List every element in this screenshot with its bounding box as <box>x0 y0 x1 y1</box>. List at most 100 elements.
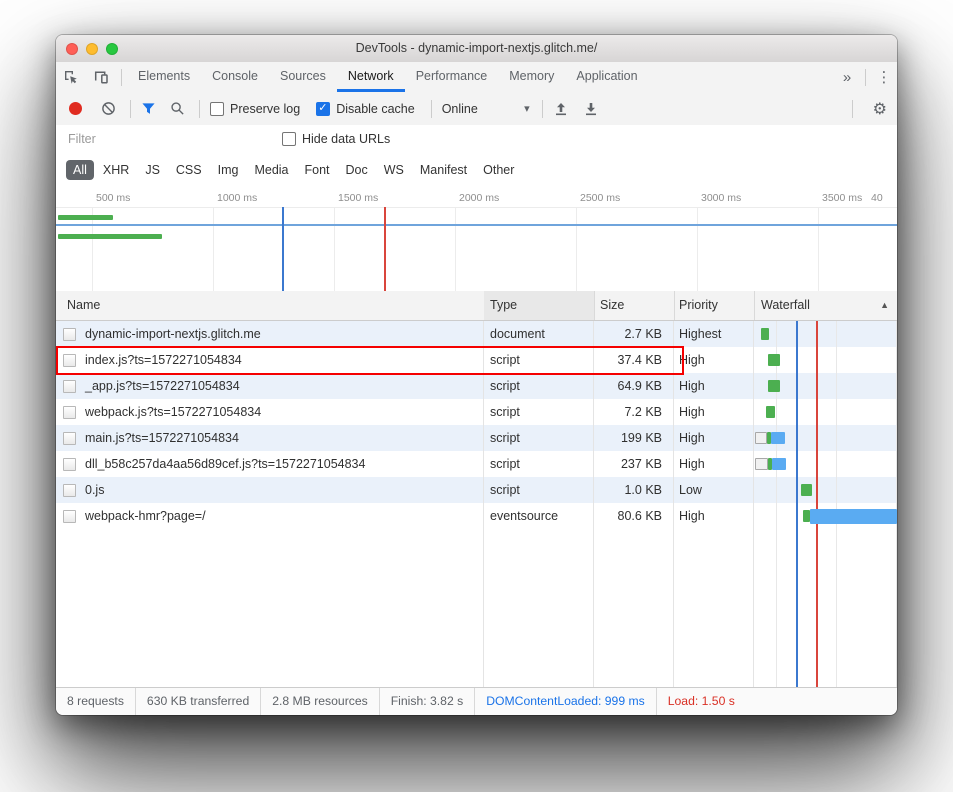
divider <box>199 100 200 118</box>
file-icon <box>63 432 76 445</box>
request-table-header: Name Type Size Priority Waterfall ▲ <box>56 291 897 321</box>
tab-elements[interactable]: Elements <box>127 62 201 92</box>
request-type: script <box>484 477 594 503</box>
request-priority: High <box>674 347 754 373</box>
clear-button[interactable] <box>101 101 116 116</box>
inspect-cursor-icon <box>63 69 79 85</box>
ruler-line <box>56 207 897 208</box>
hide-data-urls-checkbox[interactable] <box>282 132 296 146</box>
request-size: 37.4 KB <box>594 347 674 373</box>
chevron-down-icon: ▾ <box>524 102 530 115</box>
file-icon <box>63 354 76 367</box>
search-button[interactable] <box>170 101 185 116</box>
divider <box>130 100 131 118</box>
request-priority: High <box>674 503 754 529</box>
pill-ws[interactable]: WS <box>377 160 411 180</box>
device-toolbar-button[interactable] <box>86 62 116 92</box>
divider <box>852 100 853 118</box>
waterfall-cell <box>754 321 897 347</box>
request-name: main.js?ts=1572271054834 <box>85 425 239 451</box>
pill-img[interactable]: Img <box>211 160 246 180</box>
request-rows: dynamic-import-nextjs.glitch.me document… <box>56 321 897 529</box>
pill-xhr[interactable]: XHR <box>96 160 136 180</box>
tab-memory[interactable]: Memory <box>498 62 565 92</box>
import-har-button[interactable] <box>553 101 569 117</box>
pill-other[interactable]: Other <box>476 160 521 180</box>
zoom-button[interactable] <box>106 43 118 55</box>
more-tabs-button[interactable]: » <box>834 69 860 86</box>
pill-manifest[interactable]: Manifest <box>413 160 474 180</box>
resource-type-filter: All XHR JS CSS Img Media Font Doc WS Man… <box>56 153 897 188</box>
disable-cache-label: Disable cache <box>336 102 415 116</box>
request-priority: High <box>674 425 754 451</box>
request-name: webpack-hmr?page=/ <box>85 503 206 529</box>
table-body: dynamic-import-nextjs.glitch.me document… <box>56 321 897 687</box>
waterfall-cell <box>754 503 897 529</box>
request-type: eventsource <box>484 503 594 529</box>
column-header-waterfall[interactable]: Waterfall ▲ <box>754 291 897 320</box>
column-header-size[interactable]: Size <box>594 291 675 320</box>
close-button[interactable] <box>66 43 78 55</box>
file-icon <box>63 458 76 471</box>
waterfall-cell <box>754 477 897 503</box>
pill-all[interactable]: All <box>66 160 94 180</box>
overview-strip[interactable]: 500 ms1000 ms1500 ms2000 ms2500 ms3000 m… <box>56 187 897 292</box>
main-tab-bar: Elements Console Sources Network Perform… <box>56 62 897 93</box>
pill-css[interactable]: CSS <box>169 160 209 180</box>
export-har-button[interactable] <box>583 101 599 117</box>
tab-performance[interactable]: Performance <box>405 62 499 92</box>
filter-bar: Hide data URLs <box>56 125 897 153</box>
record-button[interactable] <box>69 102 82 115</box>
pill-doc[interactable]: Doc <box>339 160 375 180</box>
tab-application[interactable]: Application <box>565 62 648 92</box>
request-priority: High <box>674 373 754 399</box>
minimize-button[interactable] <box>86 43 98 55</box>
status-load: Load: 1.50 s <box>657 688 746 715</box>
titlebar: DevTools - dynamic-import-nextjs.glitch.… <box>56 35 897 63</box>
pill-media[interactable]: Media <box>247 160 295 180</box>
column-header-priority[interactable]: Priority <box>674 291 755 320</box>
request-row[interactable]: main.js?ts=1572271054834 script 199 KB H… <box>56 425 897 451</box>
disable-cache-checkbox[interactable]: ✓ <box>316 102 330 116</box>
request-name: index.js?ts=1572271054834 <box>85 347 242 373</box>
preserve-log-checkbox[interactable] <box>210 102 224 116</box>
check-icon: ✓ <box>318 101 327 115</box>
request-row[interactable]: dynamic-import-nextjs.glitch.me document… <box>56 321 897 347</box>
request-row[interactable]: dll_b58c257da4aa56d89cef.js?ts=157227105… <box>56 451 897 477</box>
tab-network[interactable]: Network <box>337 62 405 92</box>
request-name: _app.js?ts=1572271054834 <box>85 373 240 399</box>
request-row[interactable]: _app.js?ts=1572271054834 script 64.9 KB … <box>56 373 897 399</box>
filter-input[interactable] <box>68 132 268 146</box>
file-icon <box>63 484 76 497</box>
pill-js[interactable]: JS <box>138 160 167 180</box>
devtools-menu-button[interactable]: ⋮ <box>871 68 897 86</box>
request-row[interactable]: webpack.js?ts=1572271054834 script 7.2 K… <box>56 399 897 425</box>
funnel-icon <box>141 101 156 116</box>
waterfall-cell <box>754 451 897 477</box>
request-priority: Highest <box>674 321 754 347</box>
request-size: 64.9 KB <box>594 373 674 399</box>
download-icon <box>583 101 599 117</box>
inspect-element-button[interactable] <box>56 62 86 92</box>
request-name: 0.js <box>85 477 104 503</box>
column-header-name[interactable]: Name <box>56 291 485 320</box>
preserve-log-label: Preserve log <box>230 102 300 116</box>
request-size: 199 KB <box>594 425 674 451</box>
request-size: 1.0 KB <box>594 477 674 503</box>
status-bar: 8 requests 630 KB transferred 2.8 MB res… <box>56 687 897 715</box>
tab-console[interactable]: Console <box>201 62 269 92</box>
filter-toggle-button[interactable] <box>141 101 156 116</box>
pill-font[interactable]: Font <box>298 160 337 180</box>
request-row[interactable]: 0.js script 1.0 KB Low <box>56 477 897 503</box>
request-row[interactable]: webpack-hmr?page=/ eventsource 80.6 KB H… <box>56 503 897 529</box>
waterfall-cell <box>754 425 897 451</box>
file-icon <box>63 406 76 419</box>
file-icon <box>63 510 76 523</box>
request-row-highlighted[interactable]: index.js?ts=1572271054834 script 37.4 KB… <box>56 347 897 373</box>
settings-gear-button[interactable]: ⚙ <box>873 99 887 119</box>
throttling-select[interactable]: Online ▾ <box>442 102 530 116</box>
tab-sources[interactable]: Sources <box>269 62 337 92</box>
status-domcontentloaded: DOMContentLoaded: 999 ms <box>475 688 657 715</box>
screenshot-canvas: DevTools - dynamic-import-nextjs.glitch.… <box>0 0 953 792</box>
column-header-type[interactable]: Type <box>484 291 595 320</box>
